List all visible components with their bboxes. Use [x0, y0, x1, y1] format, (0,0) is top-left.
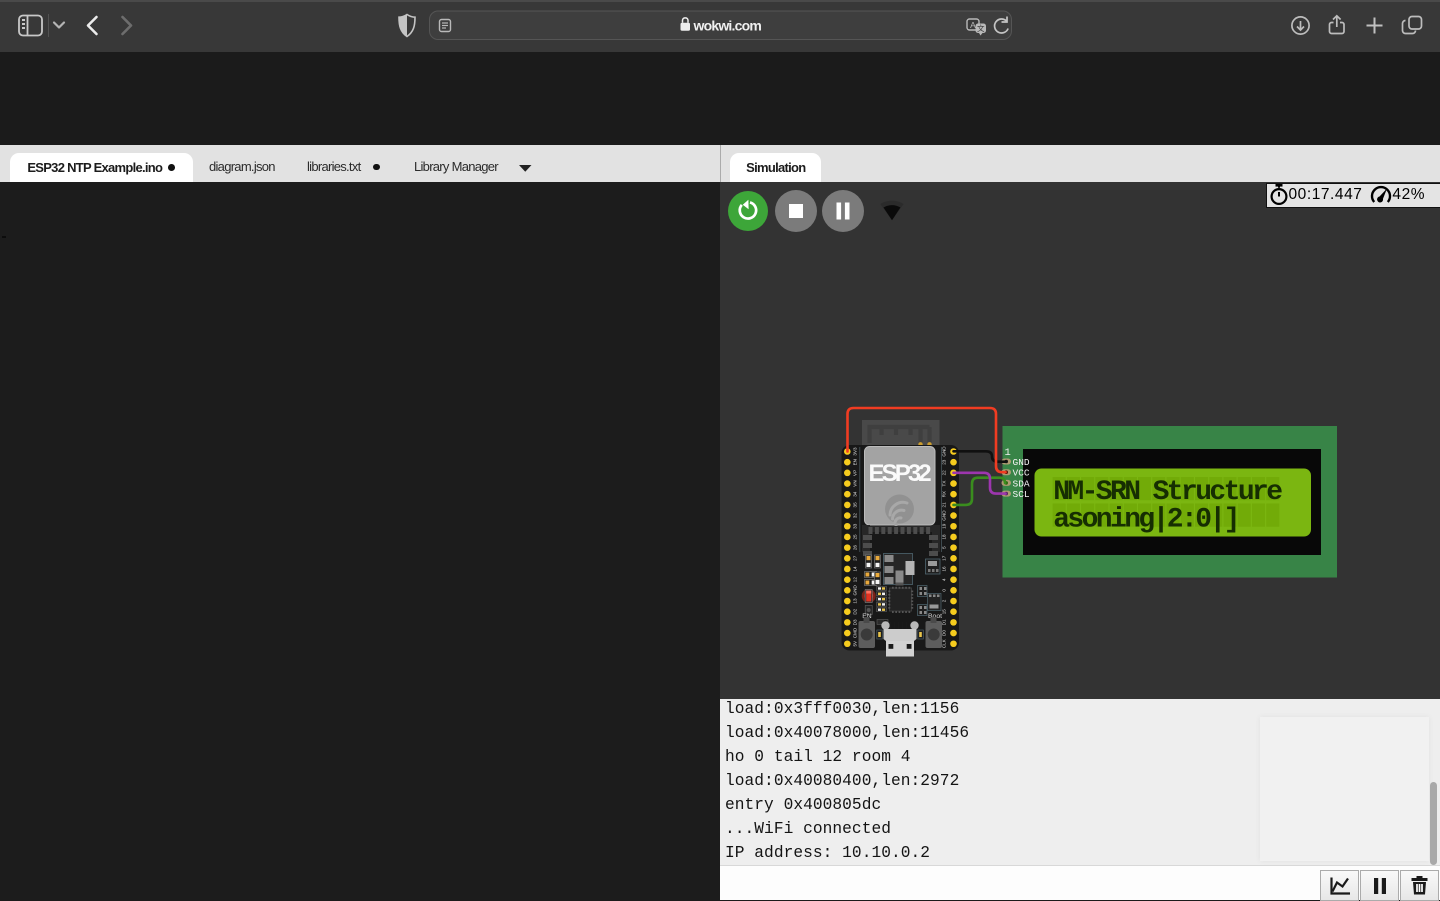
svg-text:D3: D3: [853, 619, 858, 625]
svg-text:22: 22: [942, 470, 947, 476]
svg-text:asoning|2:0|]: asoning|2:0|]: [1053, 504, 1238, 535]
svg-text:文: 文: [977, 23, 985, 33]
svg-text:21: 21: [942, 502, 947, 508]
svg-text:D0: D0: [942, 630, 947, 636]
svg-text:16: 16: [942, 566, 947, 572]
svg-text:SCL: SCL: [1013, 489, 1030, 500]
svg-text:12: 12: [853, 577, 858, 583]
svg-text:13: 13: [853, 598, 858, 604]
svg-text:5V: 5V: [853, 640, 858, 647]
svg-text:D2: D2: [853, 608, 858, 614]
svg-text:GND: GND: [942, 510, 947, 521]
svg-text:EN: EN: [853, 459, 858, 465]
svg-text:27: 27: [853, 555, 858, 561]
svg-text:GND: GND: [1013, 457, 1030, 468]
svg-text:26: 26: [853, 545, 858, 551]
svg-text:2: 2: [942, 599, 947, 602]
svg-text:5: 5: [942, 546, 947, 549]
svg-text:15: 15: [942, 609, 947, 615]
svg-text:RX: RX: [942, 491, 947, 497]
svg-text:33: 33: [853, 523, 858, 529]
svg-text:23: 23: [942, 459, 947, 465]
svg-text:CLK: CLK: [942, 638, 947, 648]
svg-text:1: 1: [1005, 447, 1011, 459]
svg-text:0: 0: [942, 589, 947, 592]
svg-text:GND: GND: [853, 585, 858, 596]
svg-text:SDA: SDA: [1013, 478, 1030, 489]
svg-text:14: 14: [853, 566, 858, 572]
svg-text:25: 25: [853, 534, 858, 540]
svg-text:18: 18: [942, 534, 947, 540]
svg-text:GND: GND: [942, 446, 947, 457]
svg-text:19: 19: [942, 523, 947, 529]
svg-text:VN: VN: [853, 480, 858, 486]
svg-text:VCC: VCC: [1013, 468, 1030, 479]
svg-text:CMD: CMD: [853, 627, 858, 638]
svg-text:4: 4: [942, 578, 947, 581]
svg-text:wokwi.com: wokwi.com: [693, 18, 762, 34]
svg-text:A: A: [970, 20, 976, 30]
svg-text:ESP32: ESP32: [869, 460, 932, 487]
svg-text:TX: TX: [942, 481, 947, 487]
svg-text:34: 34: [853, 491, 858, 497]
svg-text:32: 32: [853, 513, 858, 519]
svg-text:D1: D1: [942, 619, 947, 625]
svg-text:3V3: 3V3: [853, 447, 858, 456]
svg-text:17: 17: [942, 555, 947, 561]
svg-text:VP: VP: [853, 470, 858, 476]
svg-text:35: 35: [853, 502, 858, 508]
